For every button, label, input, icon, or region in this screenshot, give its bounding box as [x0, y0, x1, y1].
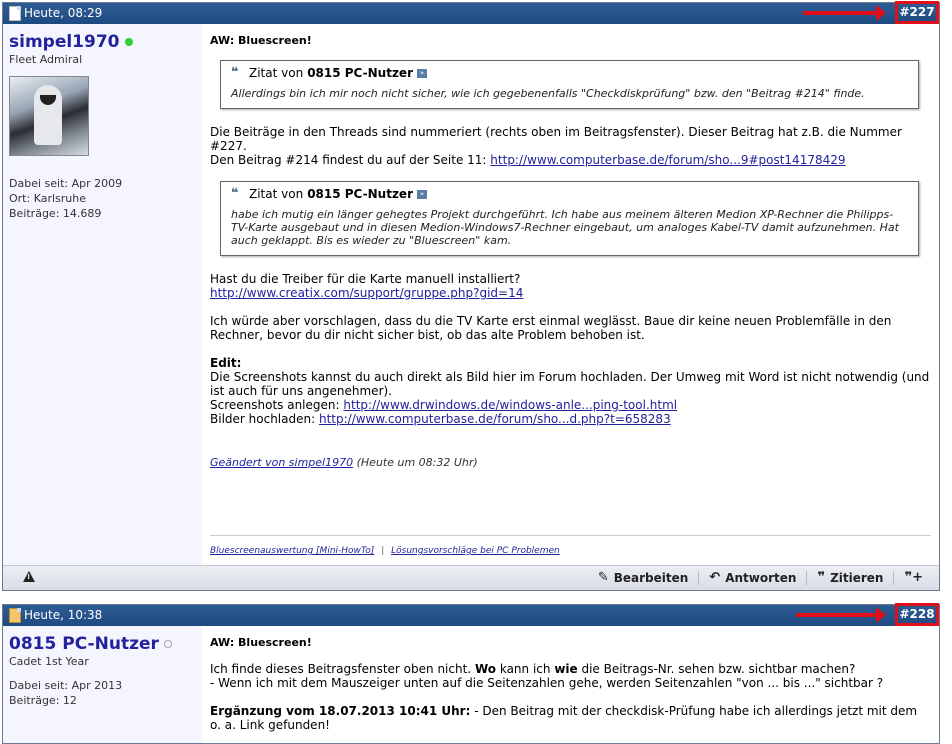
edit-button-label: Bearbeiten [613, 571, 689, 585]
text-line: Die Screenshots kannst du auch direkt al… [210, 370, 930, 398]
edited-note: Geändert von simpel1970 (Heute um 08:32 … [210, 456, 931, 470]
quote-mark-icon: ❝ [231, 65, 239, 80]
text-line-label: Den Beitrag #214 findest du auf der Seit… [210, 153, 487, 167]
text-line-with-link: Den Beitrag #214 findest du auf der Seit… [210, 153, 931, 167]
text-fragment: kann ich [499, 662, 551, 676]
post-footer: ✎ Bearbeiten ↶ Antworten ❞ Zitieren ❞+ [3, 565, 939, 590]
jump-to-post-icon[interactable]: » [416, 68, 427, 78]
username-row: simpel1970 [9, 32, 194, 52]
post-227: Heute, 08:29 #227 simpel1970 Fleet Admir… [2, 1, 940, 591]
post-link[interactable]: http://www.computerbase.de/forum/sho...9… [490, 153, 845, 167]
quote-icon: ❞ [817, 570, 826, 585]
text-line-with-link: Bilder hochladen: http://www.computerbas… [210, 412, 931, 426]
quote-button[interactable]: ❞ Zitieren [806, 571, 893, 585]
offline-status-icon [163, 640, 172, 648]
user-info-panel: 0815 PC-Nutzer Cadet 1st Year Dabei seit… [3, 626, 200, 743]
paragraph: Die Beiträge in den Threads sind nummeri… [210, 125, 931, 167]
red-arrow-annotation [796, 607, 886, 623]
post-date: Heute, 10:38 [9, 605, 102, 626]
quote-author: 0815 PC-Nutzer [307, 66, 413, 80]
red-arrow-annotation [803, 5, 886, 21]
post-actions: ✎ Bearbeiten ↶ Antworten ❞ Zitieren ❞+ [588, 566, 933, 590]
username-row: 0815 PC-Nutzer [9, 634, 194, 654]
user-joined: Dabei seit: Apr 2009 [9, 177, 123, 190]
user-stats: Dabei seit: Apr 2009 Ort: Karlsruhe Beit… [9, 176, 194, 221]
signature-link-bluescreen[interactable]: Bluescreenauswertung [Mini-HowTo] [210, 546, 374, 556]
post-header: Heute, 08:29 #227 [3, 1, 939, 24]
post-message: AW: Bluescreen! ❝ Zitat von 0815 PC-Nutz… [202, 24, 939, 566]
post-title: AW: Bluescreen! [210, 34, 312, 47]
edit-label: Edit: [210, 356, 242, 370]
post-date-text: Heute, 08:29 [24, 6, 103, 20]
user-rank: Cadet 1st Year [9, 655, 89, 668]
user-rank: Fleet Admiral [9, 53, 83, 66]
quote-text: habe ich mutig ein länger gehegtes Proje… [231, 208, 899, 247]
image-upload-link[interactable]: http://www.computerbase.de/forum/sho...d… [319, 412, 671, 426]
warning-icon[interactable] [23, 571, 35, 582]
username-link[interactable]: simpel1970 [9, 32, 120, 52]
document-icon [9, 608, 21, 623]
multiquote-button[interactable]: ❞+ [893, 571, 933, 585]
supplement-label: Ergänzung vom 18.07.2013 10:41 Uhr: [210, 704, 471, 718]
post-number-link[interactable]: #227 [895, 1, 939, 24]
post-number-link[interactable]: #228 [895, 603, 939, 626]
document-icon [9, 6, 21, 21]
quote-prefix: Zitat von [249, 187, 304, 201]
edited-by-link[interactable]: Geändert von simpel1970 [210, 456, 353, 469]
quote-text: Allerdings bin ich mir noch nicht sicher… [231, 87, 865, 100]
quote-block: ❝ Zitat von 0815 PC-Nutzer » Allerdings … [220, 60, 919, 109]
text-line: Die Beiträge in den Threads sind nummeri… [210, 125, 902, 153]
supplement: Ergänzung vom 18.07.2013 10:41 Uhr: - De… [210, 704, 931, 732]
driver-link[interactable]: http://www.creatix.com/support/gruppe.ph… [210, 286, 523, 300]
avatar[interactable] [9, 76, 89, 156]
signature: Bluescreenauswertung [Mini-HowTo] | Lösu… [210, 535, 931, 558]
screenshot-guide-link[interactable]: http://www.drwindows.de/windows-anle...p… [343, 398, 677, 412]
reply-icon: ↶ [709, 570, 721, 585]
signature-separator: | [381, 546, 385, 556]
post-date: Heute, 08:29 [9, 3, 102, 24]
quote-prefix: Zitat von [249, 66, 304, 80]
online-status-icon [124, 38, 133, 46]
signature-link-solutions[interactable]: Lösungsvorschläge bei PC Problemen [391, 546, 560, 556]
text-fragment: Ich finde dieses Beitragsfenster oben ni… [210, 662, 472, 676]
quote-header: ❝ Zitat von 0815 PC-Nutzer » [231, 66, 908, 80]
post-title: AW: Bluescreen! [210, 636, 312, 649]
edited-time: (Heute um 08:32 Uhr) [356, 456, 478, 469]
edit-button[interactable]: ✎ Bearbeiten [588, 570, 698, 586]
user-post-count: Beiträge: 14.689 [9, 207, 102, 220]
jump-to-post-icon[interactable]: » [416, 189, 427, 199]
text-line: - Wenn ich mit dem Mauszeiger unten auf … [210, 676, 884, 690]
post-228: Heute, 10:38 #228 0815 PC-Nutzer Cadet 1… [2, 603, 940, 744]
edit-section: Edit: Die Screenshots kannst du auch dir… [210, 356, 931, 426]
quote-button-label: Zitieren [830, 571, 884, 585]
paragraph: Ich würde aber vorschlagen, dass du die … [210, 314, 892, 342]
quote-header: ❝ Zitat von 0815 PC-Nutzer » [231, 187, 908, 201]
username-link[interactable]: 0815 PC-Nutzer [9, 634, 159, 654]
text-fragment: die Beitrags-Nr. sehen bzw. sichtbar mac… [581, 662, 856, 676]
paragraph: Ich finde dieses Beitragsfenster oben ni… [210, 662, 931, 690]
text-line-label: Bilder hochladen: [210, 412, 316, 426]
multiquote-icon: ❞+ [904, 570, 923, 585]
text-fragment-bold: Wo [474, 662, 496, 676]
text-line-label: Screenshots anlegen: [210, 398, 340, 412]
user-info-panel: simpel1970 Fleet Admiral Dabei seit: Apr… [3, 24, 200, 566]
user-stats: Dabei seit: Apr 2013 Beiträge: 12 [9, 678, 194, 708]
user-post-count: Beiträge: 12 [9, 694, 77, 707]
quote-mark-icon: ❝ [231, 186, 239, 201]
user-location: Ort: Karlsruhe [9, 192, 86, 205]
quote-block: ❝ Zitat von 0815 PC-Nutzer » habe ich mu… [220, 181, 919, 256]
user-joined: Dabei seit: Apr 2013 [9, 679, 123, 692]
post-date-text: Heute, 10:38 [24, 608, 103, 622]
reply-button-label: Antworten [725, 571, 797, 585]
text-line-with-link: Screenshots anlegen: http://www.drwindow… [210, 398, 931, 412]
post-header: Heute, 10:38 #228 [3, 603, 939, 626]
quote-author: 0815 PC-Nutzer [307, 187, 413, 201]
reply-button[interactable]: ↶ Antworten [698, 571, 806, 585]
post-message: AW: Bluescreen! Ich finde dieses Beitrag… [202, 626, 939, 743]
pencil-icon: ✎ [597, 570, 609, 585]
text-fragment-bold: wie [554, 662, 578, 676]
paragraph: Hast du die Treiber für die Karte manuel… [210, 272, 931, 300]
text-line: Hast du die Treiber für die Karte manuel… [210, 272, 521, 286]
text-line: Ich finde dieses Beitragsfenster oben ni… [210, 662, 931, 676]
